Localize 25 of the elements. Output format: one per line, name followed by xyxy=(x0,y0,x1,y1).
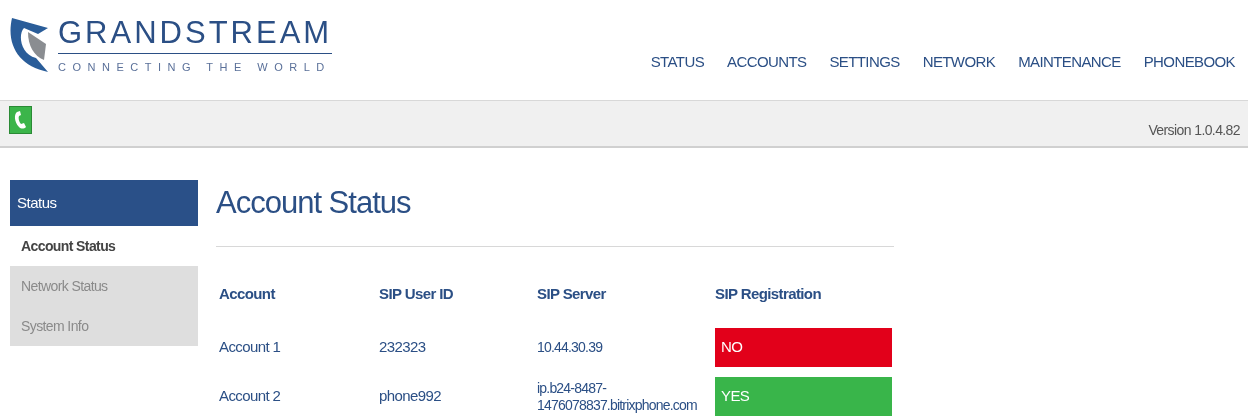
table-cell-text: 10.44.30.39 xyxy=(537,339,604,356)
column-header: Account xyxy=(219,284,277,304)
table-cell-text: phone992 xyxy=(379,386,442,407)
nav-link[interactable]: STATUS xyxy=(650,51,705,74)
column-header: SIP Server xyxy=(537,284,607,304)
brand-name: GRANDSTREAM xyxy=(58,16,333,54)
brand-tagline: CONNECTING THE WORLD xyxy=(58,60,332,75)
page-title: Account Status xyxy=(216,184,412,222)
nav-link[interactable]: ACCOUNTS xyxy=(727,51,807,74)
version-text: Version 1.0.4.82 xyxy=(1148,121,1240,140)
table-cell-text: Account 1 xyxy=(219,337,282,358)
table-cell-text: Account 2 xyxy=(219,386,282,407)
nav-link[interactable]: NETWORK xyxy=(922,51,996,74)
table-cell-text: ip.b24-8487-1476078837.bitrixphone.com xyxy=(537,379,698,414)
column-header: SIP User ID xyxy=(379,284,454,304)
sidebar-section[interactable]: Status xyxy=(10,180,198,226)
table-cell-text: 232323 xyxy=(379,337,427,358)
registration-status: YES xyxy=(715,377,892,416)
nav-link[interactable]: MAINTENANCE xyxy=(1018,51,1121,74)
nav-link[interactable]: PHONEBOOK xyxy=(1143,51,1235,74)
registration-status: NO xyxy=(715,328,892,367)
phone-icon[interactable] xyxy=(9,106,32,134)
sidebar-item[interactable]: Account Status xyxy=(10,226,198,266)
nav-link[interactable]: SETTINGS xyxy=(829,51,900,74)
column-header: SIP Registration xyxy=(715,284,822,304)
